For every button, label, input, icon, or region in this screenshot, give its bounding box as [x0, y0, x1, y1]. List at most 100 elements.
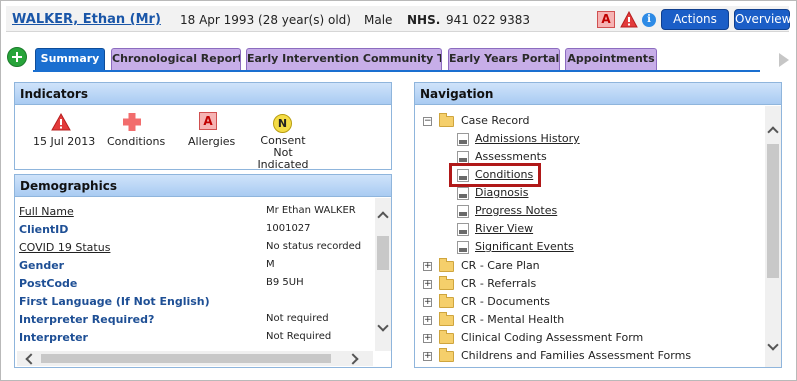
tab-summary[interactable]: Summary: [35, 48, 105, 70]
demographics-horizontal-scrollbar[interactable]: [17, 351, 373, 366]
demographics-value: 1001027: [266, 223, 311, 234]
conditions-highlight-box: [449, 163, 541, 187]
demographics-row: First Language (If Not English): [19, 295, 375, 312]
scroll-thumb[interactable]: [767, 144, 779, 278]
scroll-thumb[interactable]: [41, 354, 331, 363]
demographics-value: B9 5UH: [266, 277, 304, 288]
tree-item-label[interactable]: River View: [475, 222, 533, 235]
demographics-value: No status recorded: [266, 241, 362, 252]
navigation-vertical-scrollbar[interactable]: [765, 106, 781, 367]
folder-icon: [439, 312, 454, 326]
scroll-left-icon[interactable]: [25, 353, 37, 365]
expand-icon[interactable]: +: [423, 262, 432, 271]
tab-early-years-portal[interactable]: Early Years Portal: [448, 48, 560, 70]
warning-alert-icon[interactable]: [620, 11, 638, 28]
demographics-title: Demographics: [15, 175, 391, 197]
tree-folder-label[interactable]: CR - Referrals: [461, 277, 536, 290]
scroll-thumb[interactable]: [377, 236, 389, 270]
consent-n-icon[interactable]: N: [273, 114, 292, 133]
folder-icon: [439, 330, 454, 344]
scroll-up-icon[interactable]: [377, 211, 389, 223]
info-icon[interactable]: i: [642, 13, 656, 27]
tree-item-label[interactable]: Admissions History: [475, 132, 580, 145]
demographics-value: Not Required: [266, 331, 332, 342]
tree-item-label[interactable]: Significant Events: [475, 240, 574, 253]
indicator-allergies-label: Allergies: [188, 135, 236, 148]
demographics-label: PostCode: [19, 277, 78, 290]
warning-triangle-icon[interactable]: [51, 113, 71, 131]
tree-folder-label[interactable]: CR - Care Plan: [461, 259, 540, 272]
tree-folder-label[interactable]: Case Record: [461, 114, 529, 127]
navigation-panel: Navigation − Case Record Admissions Hist…: [414, 82, 782, 368]
demographics-label[interactable]: Full Name: [19, 205, 74, 218]
indicator-conditions-label: Conditions: [107, 135, 166, 148]
tab-appointments[interactable]: Appointments: [565, 48, 657, 70]
tree-folder-label[interactable]: CR - Documents: [461, 295, 550, 308]
demographics-value: Mr Ethan WALKER: [266, 205, 356, 216]
document-icon: [457, 187, 469, 200]
allergy-a-icon[interactable]: A: [199, 112, 217, 130]
allergy-alert-icon[interactable]: A: [597, 11, 615, 28]
scroll-right-icon[interactable]: [347, 353, 359, 365]
demographics-label: Interpreter: [19, 331, 88, 344]
demographics-value: Not required: [266, 313, 329, 324]
folder-icon: [439, 276, 454, 290]
folder-icon: [439, 258, 454, 272]
demographics-row: Interpreter Not Required: [19, 331, 375, 348]
actions-button[interactable]: Actions: [661, 9, 729, 30]
patient-sex: Male: [364, 13, 393, 27]
demographics-label: Gender: [19, 259, 65, 272]
tab-early-intervention[interactable]: Early Intervention Community T…: [246, 48, 442, 70]
expand-icon[interactable]: +: [423, 280, 432, 289]
scroll-up-icon[interactable]: [767, 126, 779, 138]
scroll-down-icon[interactable]: [767, 339, 779, 351]
indicators-title: Indicators: [15, 83, 391, 105]
add-tab-plus-icon[interactable]: [7, 47, 27, 67]
demographics-label: First Language (If Not English): [19, 295, 210, 308]
document-icon: [457, 223, 469, 236]
nhs-number: 941 022 9383: [446, 13, 530, 27]
demographics-value: M: [266, 259, 275, 270]
demographics-row: Gender M: [19, 259, 375, 276]
tree-item-label[interactable]: Diagnosis: [475, 186, 528, 199]
expand-icon[interactable]: +: [423, 334, 432, 343]
folder-open-icon: [439, 113, 454, 127]
collapse-icon[interactable]: −: [423, 117, 432, 126]
indicator-date-label: 15 Jul 2013: [33, 135, 96, 148]
demographics-row: Interpreter Required? Not required: [19, 313, 375, 330]
expand-icon[interactable]: +: [423, 316, 432, 325]
folder-icon: [439, 348, 454, 362]
tree-folder-label[interactable]: Clinical Coding Assessment Form: [461, 331, 643, 344]
patient-name-link[interactable]: WALKER, Ethan (Mr): [12, 12, 161, 27]
overview-button[interactable]: Overview: [734, 9, 792, 30]
nhs-label: NHS.: [407, 13, 441, 27]
demographics-label: ClientID: [19, 223, 69, 236]
tree-item-label[interactable]: Progress Notes: [475, 204, 557, 217]
expand-icon[interactable]: +: [423, 298, 432, 307]
patient-dob: 18 Apr 1993 (28 year(s) old): [180, 13, 351, 27]
tab-chronological-report[interactable]: Chronological Report: [111, 48, 241, 70]
expand-icon[interactable]: +: [423, 352, 432, 361]
demographics-row: Full Name Mr Ethan WALKER: [19, 205, 375, 222]
demographics-vertical-scrollbar[interactable]: [375, 198, 391, 351]
tree-folder-label[interactable]: Childrens and Families Assessment Forms: [461, 349, 691, 362]
document-icon: [457, 205, 469, 218]
demographics-row: PostCode B9 5UH: [19, 277, 375, 294]
folder-icon: [439, 294, 454, 308]
demographics-label[interactable]: COVID 19 Status: [19, 241, 110, 254]
document-icon: [457, 133, 469, 146]
medical-cross-icon[interactable]: [122, 112, 142, 132]
tab-scroll-right-icon[interactable]: [779, 53, 789, 67]
indicator-consent-label: Consent Not Indicated: [257, 134, 309, 171]
document-icon: [457, 241, 469, 254]
navigation-title: Navigation: [415, 83, 781, 105]
patient-banner: WALKER, Ethan (Mr) 18 Apr 1993 (28 year(…: [6, 6, 792, 32]
demographics-row: ClientID 1001027: [19, 223, 375, 240]
tree-item-label[interactable]: Assessments: [475, 150, 547, 163]
scroll-down-icon[interactable]: [377, 320, 389, 332]
demographics-panel: Demographics Full Name Mr Ethan WALKER C…: [14, 174, 392, 368]
indicators-panel: Indicators 15 Jul 2013 Conditions A Alle…: [14, 82, 392, 171]
demographics-label: Interpreter Required?: [19, 313, 155, 326]
tree-folder-label[interactable]: CR - Mental Health: [461, 313, 564, 326]
demographics-row: COVID 19 Status No status recorded: [19, 241, 375, 258]
